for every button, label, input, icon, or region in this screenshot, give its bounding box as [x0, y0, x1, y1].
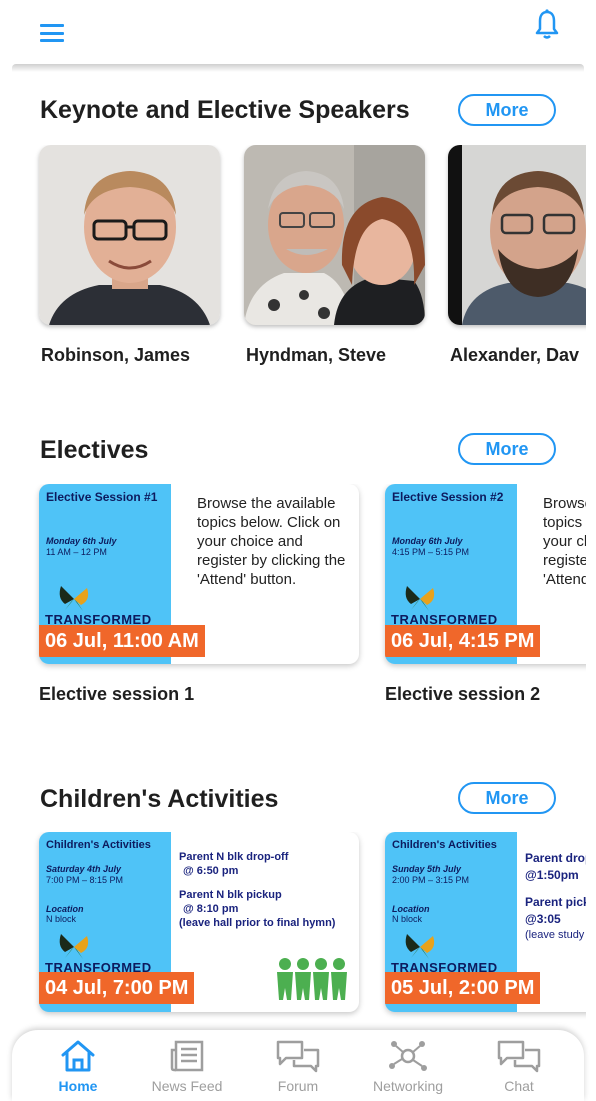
speaker-card[interactable]: Robinson, James — [39, 145, 220, 366]
home-icon — [61, 1040, 95, 1072]
elective-description: Browse the available topics below. Click… — [543, 495, 586, 588]
detail-line: Parent N blk pickup — [179, 889, 282, 901]
speaker-photo — [39, 145, 220, 325]
location-label: Location — [46, 904, 84, 914]
banner-day: Monday 6th July — [46, 536, 117, 546]
bottom-tab-bar: Home News Feed Forum Networking Chat — [12, 1030, 584, 1101]
butterfly-logo-icon — [405, 934, 435, 959]
banner-day: Monday 6th July — [392, 536, 463, 546]
speaker-name: Alexander, Dav — [450, 345, 580, 365]
speakers-section-title: Keynote and Elective Speakers — [40, 96, 410, 124]
forum-chat-icon — [276, 1040, 320, 1073]
electives-section-title: Electives — [40, 436, 149, 464]
detail-line: (leave hall prior to final hymn) — [179, 917, 336, 929]
tab-news-feed[interactable]: News Feed — [137, 1038, 237, 1094]
banner-time: 7:00 PM – 8:15 PM — [46, 875, 124, 885]
butterfly-logo-icon — [59, 586, 89, 611]
elective-title[interactable]: Elective session 2 — [385, 684, 540, 705]
location-label: Location — [392, 904, 430, 914]
tab-label: Networking — [372, 1078, 444, 1094]
header-divider — [12, 64, 584, 72]
location-value: N block — [392, 914, 423, 924]
elective-card[interactable]: Elective Session #2 Monday 6th July 4:15… — [385, 484, 586, 664]
chat-icon — [497, 1040, 541, 1073]
detail-line: Parent drop-off — [525, 851, 586, 865]
butterfly-logo-icon — [59, 934, 89, 959]
speaker-card[interactable]: Alexander, Dav — [448, 145, 586, 366]
tab-label: News Feed — [151, 1078, 223, 1094]
elective-card[interactable]: Elective Session #1 Monday 6th July 11 A… — [39, 484, 359, 664]
elective-description: Browse the available topics below. Click… — [197, 495, 346, 588]
tab-chat[interactable]: Chat — [469, 1038, 569, 1094]
detail-line: @3:05 — [525, 912, 561, 926]
speakers-carousel[interactable]: Robinson, James Hyndman, Steve Alexander… — [0, 145, 586, 375]
banner-day: Saturday 4th July — [46, 864, 122, 874]
hamburger-menu-icon[interactable] — [40, 24, 64, 42]
date-badge: 06 Jul, 11:00 AM — [39, 625, 205, 657]
tab-label: Chat — [504, 1078, 534, 1094]
electives-more-button[interactable]: More — [458, 433, 556, 465]
banner-time: 11 AM – 12 PM — [46, 547, 107, 557]
activity-details: Parent drop-off @1:50pm Parent pickup @3… — [525, 850, 586, 942]
network-icon — [389, 1041, 427, 1071]
tab-networking[interactable]: Networking — [358, 1038, 458, 1094]
detail-line: @1:50pm — [525, 868, 579, 882]
tab-home[interactable]: Home — [28, 1038, 128, 1094]
detail-line: Parent N blk drop-off — [179, 851, 289, 863]
children-activity-card[interactable]: Children's Activities Saturday 4th July … — [39, 832, 359, 1012]
banner-title: Children's Activities — [46, 839, 151, 851]
speaker-name: Hyndman, Steve — [246, 345, 387, 365]
speakers-more-button[interactable]: More — [458, 94, 556, 126]
speaker-photo — [244, 145, 425, 325]
detail-line: Parent pickup — [525, 895, 586, 909]
detail-line: @ 8:10 pm — [183, 903, 239, 915]
newspaper-icon — [170, 1040, 204, 1072]
banner-title: Elective Session #2 — [392, 490, 504, 504]
speaker-name: Robinson, James — [41, 345, 191, 365]
speaker-photo — [448, 145, 586, 325]
elective-title[interactable]: Elective session 1 — [39, 684, 194, 705]
banner-time: 2:00 PM – 3:15 PM — [392, 875, 470, 885]
children-carousel[interactable]: Children's Activities Saturday 4th July … — [0, 832, 586, 1022]
detail-line: @ 6:50 pm — [183, 865, 239, 877]
bell-icon[interactable] — [532, 8, 562, 42]
tab-label: Home — [58, 1078, 98, 1094]
banner-time: 4:15 PM – 5:15 PM — [392, 547, 470, 557]
children-activity-card[interactable]: Children's Activities Sunday 5th July 2:… — [385, 832, 586, 1012]
top-app-bar — [0, 0, 596, 64]
speaker-card[interactable]: Hyndman, Steve — [244, 145, 425, 366]
tab-label: Forum — [277, 1078, 319, 1094]
location-value: N block — [46, 914, 77, 924]
banner-title: Children's Activities — [392, 839, 497, 851]
children-more-button[interactable]: More — [458, 782, 556, 814]
date-badge: 06 Jul, 4:15 PM — [385, 625, 541, 657]
children-group-icon — [277, 958, 347, 1000]
banner-day: Sunday 5th July — [392, 864, 462, 874]
activity-details: Parent N blk drop-off @ 6:50 pm Parent N… — [179, 850, 359, 930]
detail-line: (leave study prior to final hymn) — [525, 929, 586, 941]
electives-carousel[interactable]: Elective Session #1 Monday 6th July 11 A… — [0, 484, 586, 714]
butterfly-logo-icon — [405, 586, 435, 611]
children-section-title: Children's Activities — [40, 785, 279, 813]
banner-title: Elective Session #1 — [46, 490, 158, 504]
date-badge: 04 Jul, 7:00 PM — [39, 972, 195, 1004]
date-badge: 05 Jul, 2:00 PM — [385, 972, 541, 1004]
tab-forum[interactable]: Forum — [248, 1038, 348, 1094]
